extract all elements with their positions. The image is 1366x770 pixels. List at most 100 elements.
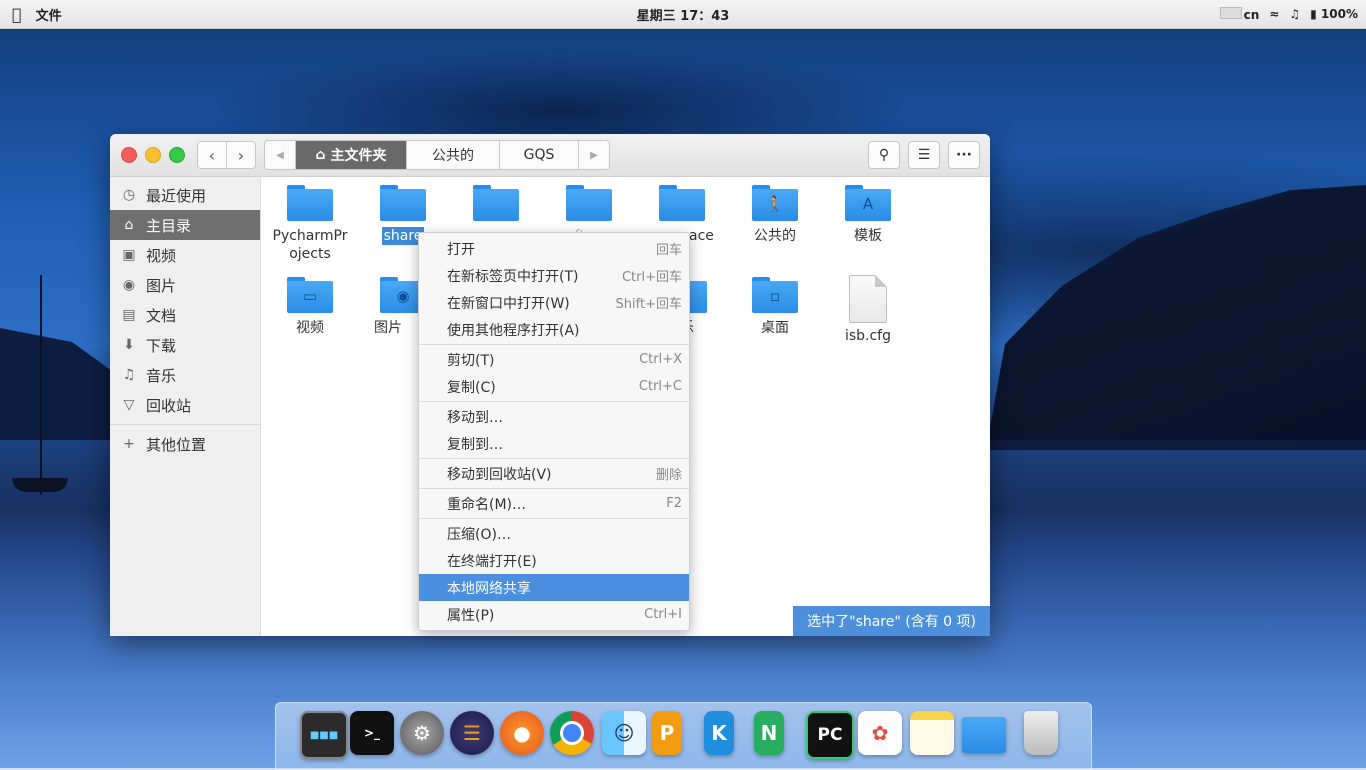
wallpaper-hill xyxy=(0,328,120,440)
sidebar-item-recent[interactable]: ◷ 最近使用 xyxy=(110,180,260,210)
chevron-left-icon: ‹ xyxy=(208,145,216,165)
folder-desktop-icon: ▫ xyxy=(752,277,798,313)
folder-music-icon xyxy=(687,277,707,313)
file-item-templates[interactable]: A 模板 xyxy=(825,177,911,245)
more-menu-button[interactable]: ··· xyxy=(948,141,980,169)
view-list-button[interactable]: ☰ xyxy=(908,141,940,169)
dock-launchpad-icon[interactable]: ■■■ xyxy=(300,711,348,759)
crumb-public[interactable]: 公共的 xyxy=(406,141,499,169)
sidebar-item-downloads[interactable]: ⬇ 下载 xyxy=(110,330,260,360)
dock-keynote-icon[interactable]: K xyxy=(704,711,734,755)
path-scroll-left[interactable]: ◀ xyxy=(265,141,295,169)
dock-finder-icon[interactable]: ☺ xyxy=(602,711,646,755)
apple-logo-icon[interactable]:  xyxy=(12,5,22,24)
home-icon: ⌂ xyxy=(124,217,134,233)
menu-label: 复制到… xyxy=(447,436,503,453)
sidebar-item-other-locations[interactable]: + 其他位置 xyxy=(110,429,260,459)
app-menu-file[interactable]: 文件 xyxy=(36,5,62,24)
back-button[interactable]: ‹ xyxy=(198,142,226,168)
file-item-isb-cfg[interactable]: isb.cfg xyxy=(825,273,911,345)
file-name: 公共的 xyxy=(754,228,796,244)
menu-item-move-to-trash[interactable]: 移动到回收站(V) 删除 xyxy=(419,460,689,487)
dock-settings-gear-icon[interactable]: ⚙ xyxy=(400,711,444,755)
sidebar-item-label: 最近使用 xyxy=(146,186,207,205)
sidebar-item-documents[interactable]: ▤ 文档 xyxy=(110,300,260,330)
folder-templates-icon: A xyxy=(845,185,891,221)
dock-notes-icon[interactable] xyxy=(910,711,954,755)
maximize-button[interactable] xyxy=(169,147,185,163)
pc-glyph: PC xyxy=(817,725,843,745)
menu-item-copy-to[interactable]: 复制到… xyxy=(419,430,689,457)
battery-indicator[interactable]: ▮ 100% xyxy=(1310,7,1358,21)
menu-label: 移动到回收站(V) xyxy=(447,466,552,483)
dock-pycharm-icon[interactable]: PC xyxy=(806,711,854,759)
menu-shortcut: Ctrl+回车 xyxy=(621,270,682,285)
file-name: 桌面 xyxy=(761,320,789,336)
volume-icon[interactable]: ♫ xyxy=(1289,7,1300,21)
input-method-label: cn xyxy=(1243,7,1260,22)
download-icon: ⬇ xyxy=(123,337,135,353)
crumb-gqs[interactable]: GQS xyxy=(499,141,578,169)
sidebar-item-trash[interactable]: ▽ 回收站 xyxy=(110,390,260,420)
sidebar-item-home[interactable]: ⌂ 主目录 xyxy=(110,210,260,240)
sidebar-item-pictures[interactable]: ◉ 图片 xyxy=(110,270,260,300)
menu-item-move-to[interactable]: 移动到… xyxy=(419,403,689,430)
file-item-pycharmprojects[interactable]: PycharmPr ojects xyxy=(267,177,353,263)
dock-wps-presentation-icon[interactable]: P xyxy=(652,711,682,755)
wallpaper-boat xyxy=(12,478,68,492)
menu-label: 剪切(T) xyxy=(447,352,495,369)
dock-eclipse-icon[interactable]: ☰ xyxy=(450,711,494,755)
sidebar-item-music[interactable]: ♫ 音乐 xyxy=(110,360,260,390)
clock[interactable]: 星期三 17：43 xyxy=(0,5,1366,24)
dock-firefox-icon[interactable]: ● xyxy=(500,711,544,755)
dock-photos-icon[interactable]: ✿ xyxy=(858,711,902,755)
more-icon: ··· xyxy=(956,147,972,163)
dock-terminal-icon[interactable]: >_ xyxy=(350,711,394,755)
menu-item-open-in-terminal[interactable]: 在终端打开(E) xyxy=(419,547,689,574)
path-scroll-right[interactable]: ▶ xyxy=(578,141,609,169)
folder-public-icon: 🚶 xyxy=(752,185,798,221)
file-item-public[interactable]: 🚶 公共的 xyxy=(732,177,818,245)
menu-item-cut[interactable]: 剪切(T) Ctrl+X xyxy=(419,346,689,373)
file-name: isb.cfg xyxy=(844,328,892,344)
forward-button[interactable]: › xyxy=(226,142,255,168)
dock-folder-icon[interactable] xyxy=(962,717,1006,753)
minimize-button[interactable] xyxy=(145,147,161,163)
trash-icon: ▽ xyxy=(123,397,135,413)
menu-item-open-new-window[interactable]: 在新窗口中打开(W) Shift+回车 xyxy=(419,289,689,316)
dock-numbers-icon[interactable]: N xyxy=(754,711,784,755)
close-button[interactable] xyxy=(121,147,137,163)
menu-item-properties[interactable]: 属性(P) Ctrl+I xyxy=(419,601,689,628)
menu-label: 属性(P) xyxy=(447,607,495,624)
dock-chrome-icon[interactable] xyxy=(550,711,594,755)
wallpaper-boat-mast xyxy=(40,275,42,495)
file-item-desktop[interactable]: ▫ 桌面 xyxy=(732,269,818,337)
menu-item-local-network-share[interactable]: 本地网络共享 xyxy=(419,574,689,601)
crumb-gqs-label: GQS xyxy=(523,147,555,163)
sidebar-item-label: 视频 xyxy=(146,246,177,265)
search-button[interactable]: ⚲ xyxy=(868,141,900,169)
menu-item-open-new-tab[interactable]: 在新标签页中打开(T) Ctrl+回车 xyxy=(419,262,689,289)
menu-separator xyxy=(419,488,689,489)
folder-icon xyxy=(287,185,333,221)
menu-item-open-with[interactable]: 使用其他程序打开(A) xyxy=(419,316,689,343)
file-item-videos[interactable]: ▭ 视频 xyxy=(267,269,353,337)
wallpaper-mountain xyxy=(986,185,1366,450)
menu-item-compress[interactable]: 压缩(O)… xyxy=(419,520,689,547)
crumb-public-label: 公共的 xyxy=(432,148,474,164)
wifi-icon[interactable]: ≈ xyxy=(1269,7,1279,21)
dock-trash-icon[interactable] xyxy=(1024,711,1058,755)
menu-item-rename[interactable]: 重命名(M)… F2 xyxy=(419,490,689,517)
sidebar-item-label: 文档 xyxy=(146,306,177,325)
clock-icon: ◷ xyxy=(122,187,136,203)
menu-shortcut: 删除 xyxy=(655,468,682,483)
crumb-home[interactable]: ⌂ 主文件夹 xyxy=(295,141,406,169)
sidebar-item-videos[interactable]: ▣ 视频 xyxy=(110,240,260,270)
menu-item-copy[interactable]: 复制(C) Ctrl+C xyxy=(419,373,689,400)
menu-item-open[interactable]: 打开 回车 xyxy=(419,235,689,262)
menu-label: 压缩(O)… xyxy=(447,526,511,543)
input-method-indicator[interactable]: cn xyxy=(1219,6,1260,22)
sidebar-item-label: 图片 xyxy=(146,276,177,295)
text-file-icon xyxy=(849,275,887,323)
header-actions: ⚲ ☰ ··· xyxy=(868,141,980,169)
